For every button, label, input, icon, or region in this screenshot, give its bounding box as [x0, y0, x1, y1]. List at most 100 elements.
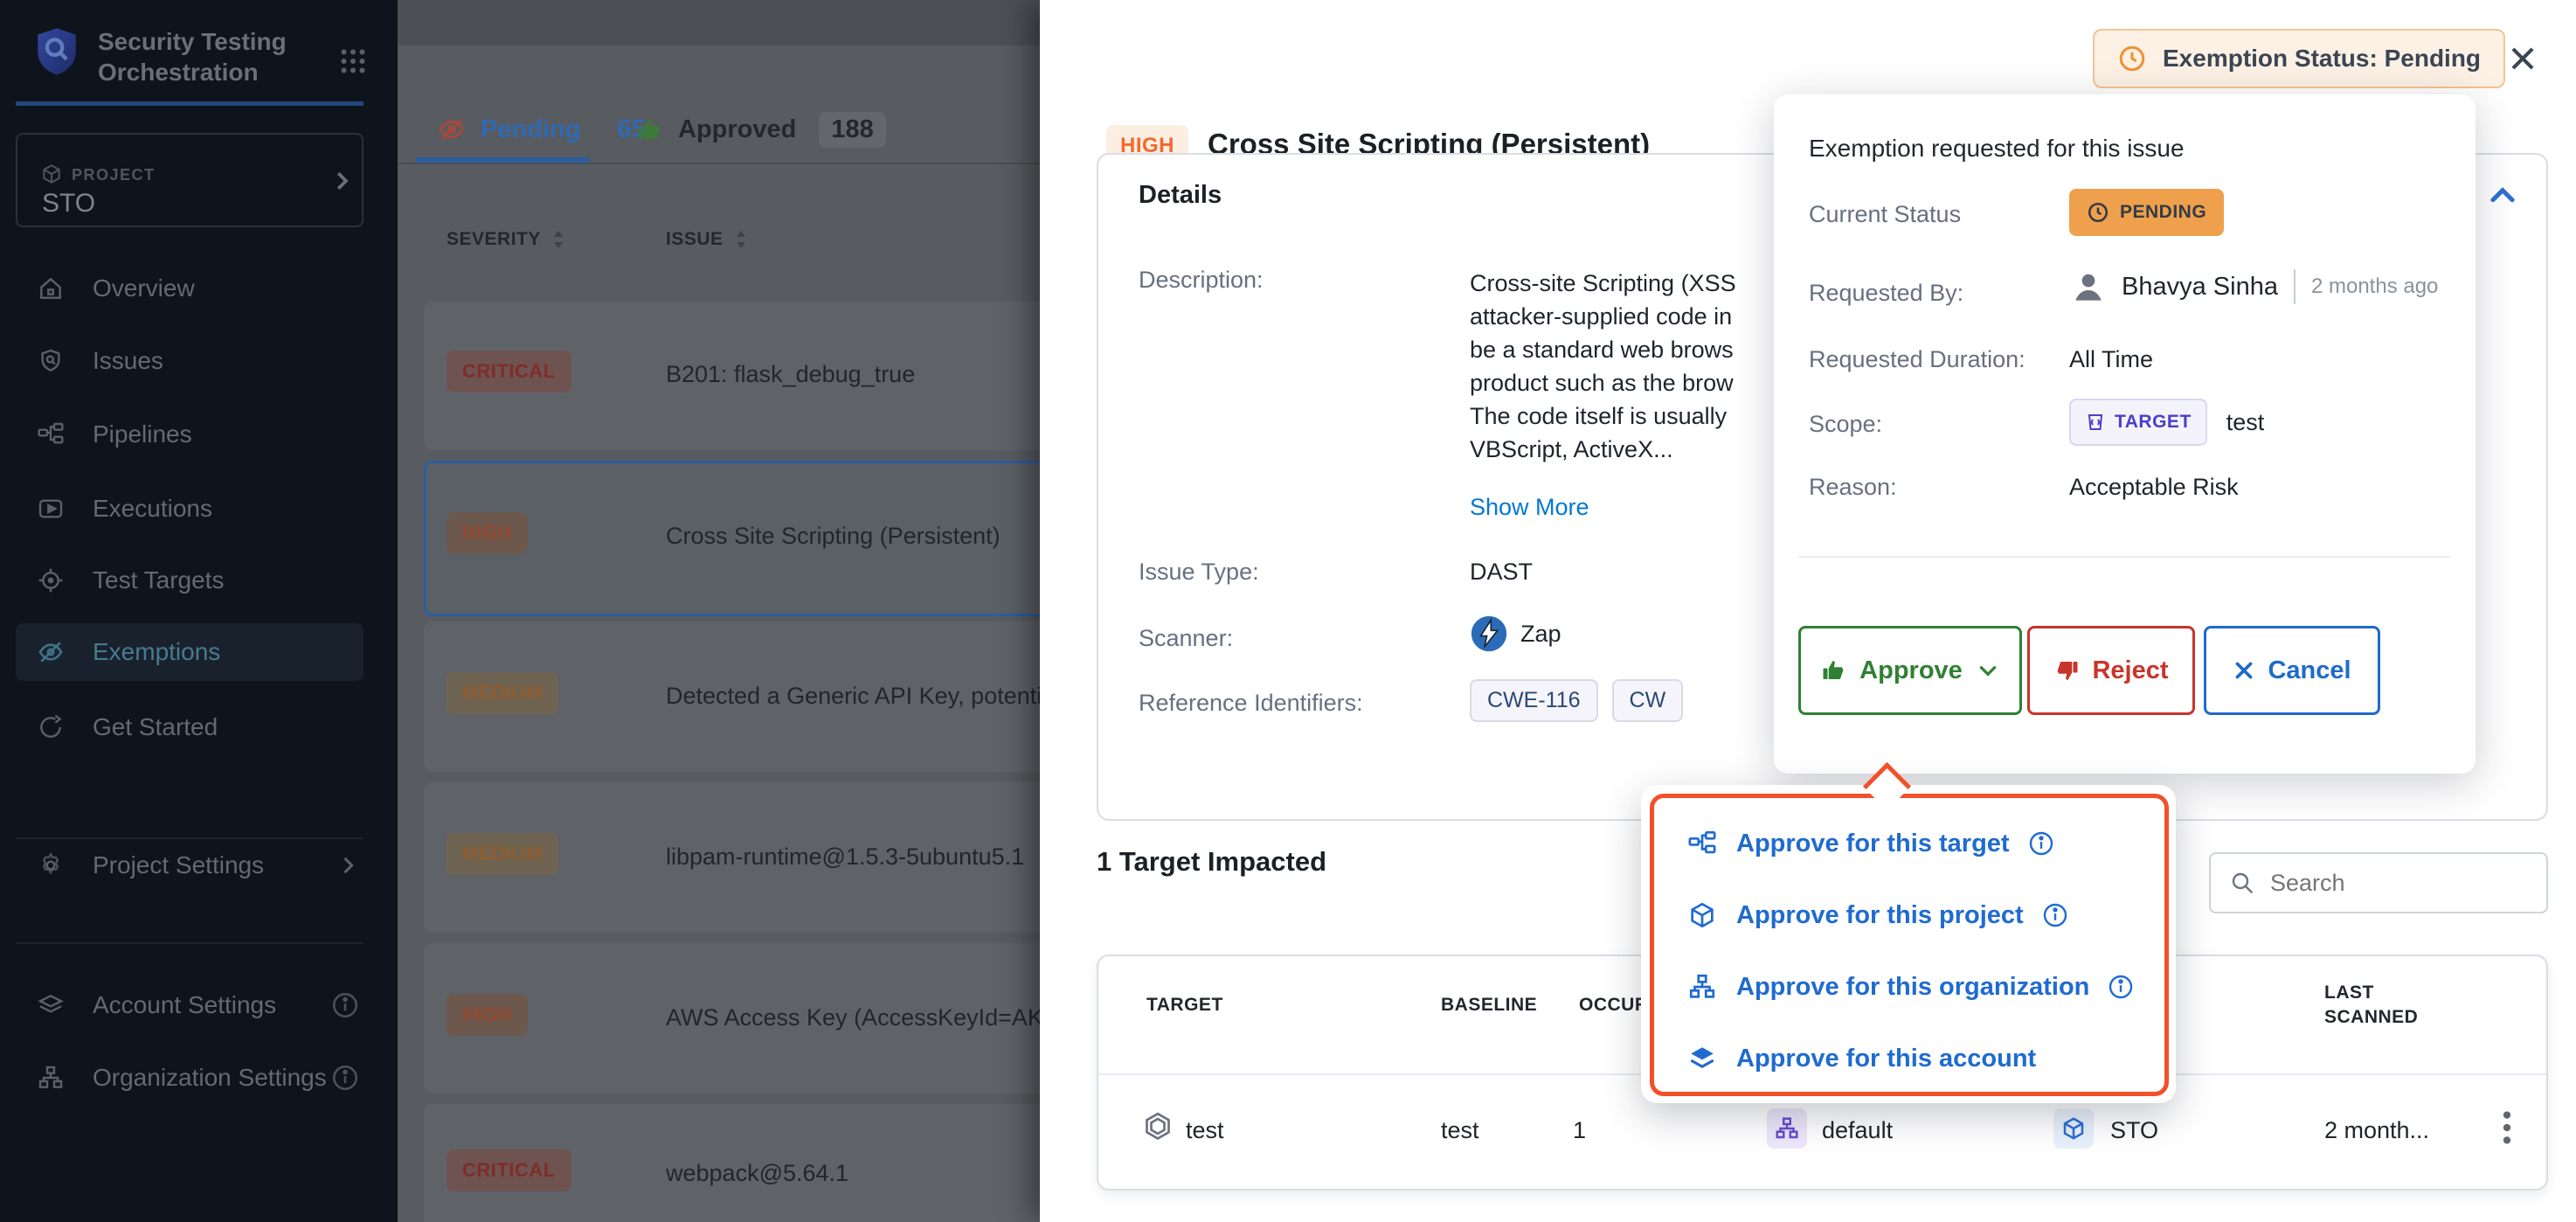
- reference-chip[interactable]: CW: [1612, 679, 1684, 722]
- tab-count-badge: 188: [819, 112, 885, 148]
- cell-organization: default: [1822, 1117, 1893, 1144]
- clock-icon: [2087, 201, 2109, 224]
- project-cube-icon: [2053, 1108, 2094, 1149]
- sidebar-item-pipelines[interactable]: Pipelines: [0, 406, 398, 463]
- column-header-issue[interactable]: ISSUE: [666, 229, 748, 250]
- nine-dot-grid-icon[interactable]: [337, 45, 369, 77]
- requested-when: 2 months ago: [2311, 274, 2438, 299]
- chevron-down-icon: [1977, 659, 1999, 682]
- cell-project: STO: [2110, 1117, 2158, 1144]
- popup-divider: [1798, 556, 2451, 558]
- issue-row-selected[interactable]: HIGH Cross Site Scripting (Persistent): [424, 461, 1040, 616]
- org-icon: [37, 1064, 65, 1092]
- menu-item-approve-project[interactable]: Approve for this project: [1654, 878, 2164, 952]
- menu-item-approve-organization[interactable]: Approve for this organization: [1654, 950, 2164, 1024]
- pipeline-icon: [1687, 829, 1717, 858]
- vertical-divider: [2294, 269, 2296, 304]
- execution-icon: [37, 495, 65, 523]
- sort-icon: [734, 229, 748, 250]
- tab-label: Approved: [678, 115, 796, 144]
- sidebar-item-label: Pipelines: [93, 420, 192, 448]
- pending-status-badge: PENDING: [2069, 189, 2224, 236]
- shield-search-icon: [37, 347, 65, 375]
- sort-icon: [551, 229, 565, 250]
- thumbs-down-icon: [2053, 657, 2080, 684]
- reason-label: Reason:: [1809, 474, 1897, 501]
- description-label: Description:: [1139, 267, 1264, 294]
- thumbs-up-icon: [636, 115, 664, 143]
- sidebar-item-get-started[interactable]: Get Started: [0, 698, 398, 756]
- sidebar-accent-divider: [16, 101, 364, 106]
- exemption-status-button[interactable]: Exemption Status: Pending: [2093, 29, 2505, 88]
- scanner-label: Scanner:: [1139, 625, 1233, 652]
- issue-row[interactable]: CRITICAL webpack@5.64.1: [424, 1104, 1040, 1222]
- close-icon[interactable]: [2506, 42, 2539, 75]
- menu-item-approve-target[interactable]: Approve for this target: [1654, 807, 2164, 880]
- cube-icon: [40, 163, 63, 185]
- menu-item-approve-account[interactable]: Approve for this account: [1654, 1022, 2164, 1095]
- details-heading: Details: [1139, 181, 1222, 210]
- reference-chip[interactable]: CWE-116: [1470, 679, 1598, 722]
- column-header-severity[interactable]: SEVERITY: [447, 229, 565, 250]
- scope-target-name: test: [2226, 409, 2265, 436]
- sidebar-item-label: Organization Settings: [93, 1064, 327, 1092]
- target-icon: [37, 566, 65, 594]
- sidebar: Security Testing Orchestration PROJECT S…: [0, 0, 398, 1222]
- info-icon[interactable]: [2027, 830, 2055, 857]
- page-header-strip: [398, 0, 1040, 45]
- issue-row[interactable]: MEDIUM Detected a Generic API Key, poten…: [424, 621, 1040, 772]
- sidebar-item-organization-settings[interactable]: Organization Settings: [0, 1048, 398, 1107]
- pipeline-icon: [37, 420, 65, 448]
- sidebar-item-label: Executions: [93, 495, 212, 523]
- severity-badge: MEDIUM: [447, 672, 558, 714]
- cell-occurrences: 1: [1573, 1117, 1586, 1144]
- issue-title: Cross Site Scripting (Persistent): [666, 523, 1001, 550]
- layers-icon: [1687, 1044, 1717, 1073]
- sidebar-item-exemptions[interactable]: Exemptions: [0, 623, 398, 681]
- issue-title: webpack@5.64.1: [666, 1160, 848, 1187]
- info-icon[interactable]: [2107, 973, 2135, 1001]
- search-box[interactable]: [2209, 852, 2548, 913]
- info-icon[interactable]: [330, 990, 360, 1020]
- search-icon: [2228, 869, 2256, 897]
- sidebar-item-account-settings[interactable]: Account Settings: [0, 976, 398, 1035]
- col-target: TARGET: [1146, 993, 1223, 1017]
- info-icon[interactable]: [330, 1063, 360, 1093]
- sidebar-item-overview[interactable]: Overview: [0, 260, 398, 317]
- approve-scope-menu: Approve for this target Approve for this…: [1641, 785, 2176, 1103]
- show-more-link[interactable]: Show More: [1470, 494, 1589, 521]
- issue-type-label: Issue Type:: [1139, 559, 1259, 586]
- col-baseline: BASELINE: [1441, 993, 1537, 1017]
- sidebar-item-issues[interactable]: Issues: [0, 332, 398, 390]
- issue-row[interactable]: HIGH AWS Access Key (AccessKeyId=AKIA: [424, 943, 1040, 1094]
- issue-row[interactable]: MEDIUM libpam-runtime@1.5.3-5ubuntu5.1: [424, 782, 1040, 933]
- reject-button[interactable]: Reject: [2027, 626, 2195, 715]
- sidebar-item-project-settings[interactable]: Project Settings: [0, 836, 398, 895]
- tab-approved[interactable]: Approved 188: [636, 105, 886, 154]
- tab-pending[interactable]: Pending 65: [437, 105, 646, 154]
- sidebar-item-label: Account Settings: [93, 991, 276, 1019]
- chevron-up-icon[interactable]: [2486, 179, 2519, 212]
- kebab-menu-icon[interactable]: [2489, 1107, 2524, 1149]
- targets-impacted-heading: 1 Target Impacted: [1097, 846, 1326, 878]
- cancel-button[interactable]: Cancel: [2204, 626, 2380, 715]
- tabs-divider: [398, 163, 1040, 164]
- project-selector[interactable]: PROJECT STO: [16, 133, 364, 227]
- severity-badge: HIGH: [447, 994, 528, 1036]
- sidebar-item-test-targets[interactable]: Test Targets: [0, 552, 398, 609]
- tab-label: Pending: [481, 115, 580, 144]
- gear-icon: [37, 851, 65, 879]
- search-input[interactable]: [2268, 869, 2525, 898]
- sidebar-item-executions[interactable]: Executions: [0, 480, 398, 538]
- project-label: PROJECT: [72, 166, 156, 184]
- info-icon[interactable]: [2041, 901, 2069, 929]
- issue-title: AWS Access Key (AccessKeyId=AKIA: [666, 1004, 1040, 1031]
- issue-title: libpam-runtime@1.5.3-5ubuntu5.1: [666, 844, 1024, 871]
- issue-row[interactable]: CRITICAL B201: flask_debug_true: [424, 302, 1040, 450]
- reference-identifiers-label: Reference Identifiers:: [1139, 690, 1363, 717]
- requested-by-label: Requested By:: [1809, 280, 1963, 307]
- requested-by-name: Bhavya Sinha: [2122, 273, 2278, 302]
- approve-button[interactable]: Approve: [1798, 626, 2022, 715]
- chevron-right-icon: [329, 168, 355, 194]
- description-text: Cross-site Scripting (XSS attacker-suppl…: [1470, 267, 1736, 466]
